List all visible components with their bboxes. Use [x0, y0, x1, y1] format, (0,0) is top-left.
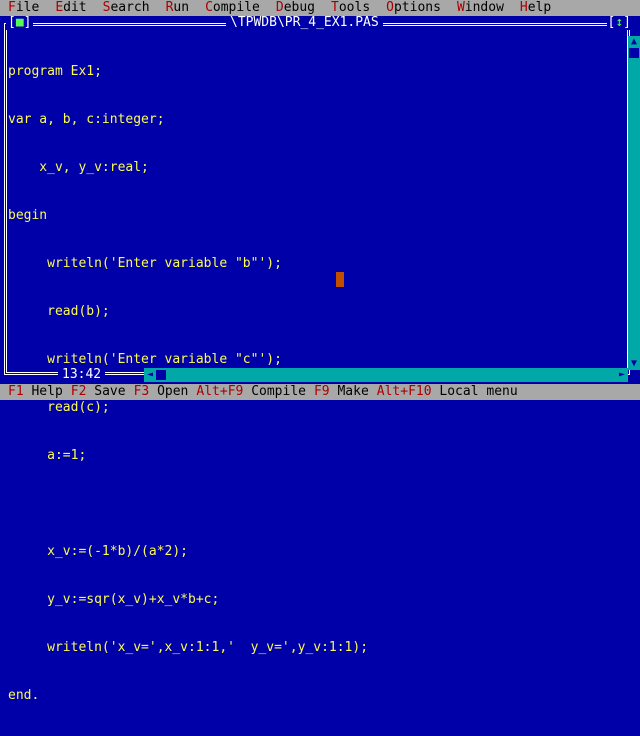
menu-label: ile	[15, 0, 40, 15]
code-editor[interactable]: program Ex1; var a, b, c:integer; x_v, y…	[8, 32, 618, 703]
status-key: F2	[70, 384, 87, 399]
status-key: Alt+F9	[196, 384, 244, 399]
close-box[interactable]: [■]	[6, 15, 34, 30]
status-help[interactable]: F1 Help	[0, 384, 63, 400]
scroll-left-icon[interactable]: ◄	[144, 368, 156, 382]
menu-hotkey: T	[331, 0, 339, 15]
code-line: read(c);	[8, 400, 110, 415]
menu-file[interactable]: File	[0, 0, 47, 16]
code-line: begin	[8, 208, 48, 223]
code-line: program Ex1;	[8, 64, 102, 79]
menu-tools[interactable]: Tools	[323, 0, 378, 16]
status-local-menu[interactable]: Alt+F10 Local menu	[369, 384, 518, 400]
menu-label: earch	[110, 0, 150, 15]
code-line: writeln('Enter variable "c"');	[8, 352, 282, 367]
menu-hotkey: D	[275, 0, 284, 15]
menu-hotkey: O	[386, 0, 394, 15]
status-key: F9	[313, 384, 330, 399]
horizontal-scrollbar[interactable]: ◄ ►	[144, 368, 628, 382]
editor-window: [■] \TPWDB\PR_4_EX1.PAS 1 [↕] program Ex…	[0, 15, 640, 703]
menu-window[interactable]: Window	[449, 0, 512, 16]
menu-label: ebug	[283, 0, 316, 15]
status-key: Alt+F10	[376, 384, 432, 399]
status-key: F1	[8, 384, 24, 399]
menu-help[interactable]: Help	[512, 0, 559, 16]
status-label: Compile	[251, 384, 306, 399]
menu-hotkey: E	[55, 0, 64, 15]
menu-hotkey: C	[205, 0, 213, 15]
zoom-box-bracket: ]	[623, 15, 631, 30]
scroll-up-icon[interactable]: ▲	[628, 36, 640, 48]
menu-search[interactable]: Search	[95, 0, 158, 16]
status-make[interactable]: F9 Make	[306, 384, 369, 400]
code-line: read(b);	[8, 304, 110, 319]
menu-debug[interactable]: Debug	[268, 0, 323, 16]
status-label: Save	[94, 384, 126, 399]
code-line: x_v, y_v:real;	[8, 160, 149, 175]
status-label: Help	[31, 384, 63, 399]
text-cursor	[336, 272, 344, 287]
scroll-down-icon[interactable]: ▼	[628, 358, 640, 370]
menu-bar: File Edit Search Run Compile Debug Tools…	[0, 0, 640, 16]
code-line: a:=1;	[8, 448, 87, 463]
status-label: Make	[337, 384, 369, 399]
code-line: end.	[8, 688, 40, 703]
window-title: \TPWDB\PR_4_EX1.PAS	[226, 16, 383, 30]
scroll-right-icon[interactable]: ►	[616, 368, 628, 382]
menu-label: indow	[464, 0, 504, 15]
menu-hotkey: F	[8, 0, 16, 15]
menu-label: ptions	[393, 0, 441, 15]
status-label: Open	[157, 384, 189, 399]
close-icon: ■	[15, 15, 24, 30]
menu-hotkey: H	[519, 0, 528, 15]
menu-options[interactable]: Options	[378, 0, 449, 16]
menu-label: un	[173, 0, 190, 15]
code-line: writeln('x_v=',x_v:1:1,' y_v=',y_v:1:1);	[8, 640, 369, 655]
menu-compile[interactable]: Compile	[197, 0, 268, 16]
status-compile[interactable]: Alt+F9 Compile	[188, 384, 306, 400]
menu-label: dit	[63, 0, 87, 15]
cursor-position: 13:42	[58, 368, 106, 382]
menu-label: ompile	[212, 0, 260, 15]
horizontal-scroll-thumb[interactable]	[156, 370, 166, 380]
close-box-bracket: ]	[23, 15, 32, 30]
menu-hotkey: W	[456, 0, 465, 15]
code-line: x_v:=(-1*b)/(a*2);	[8, 544, 189, 559]
status-open[interactable]: F3 Open	[126, 384, 189, 400]
zoom-icon: ↕	[615, 15, 624, 30]
status-save[interactable]: F2 Save	[63, 384, 126, 400]
menu-label: elp	[527, 0, 552, 15]
vertical-scrollbar[interactable]: ▲ ▼	[628, 36, 640, 370]
status-label: Local menu	[439, 384, 518, 399]
menu-edit[interactable]: Edit	[47, 0, 94, 16]
code-line: var a, b, c:integer;	[8, 112, 165, 127]
code-line: writeln('Enter variable "b"');	[8, 256, 282, 271]
code-line: y_v:=sqr(x_v)+x_v*b+c;	[8, 592, 220, 607]
vertical-scroll-thumb[interactable]	[629, 48, 639, 58]
status-key: F3	[133, 384, 150, 399]
menu-run[interactable]: Run	[158, 0, 197, 16]
menu-label: ools	[338, 0, 371, 15]
zoom-box[interactable]: [↕]	[606, 15, 632, 30]
status-bar: F1 Help F2 Save F3 Open Alt+F9 Compile F…	[0, 384, 640, 400]
close-box-bracket: [	[8, 15, 16, 30]
